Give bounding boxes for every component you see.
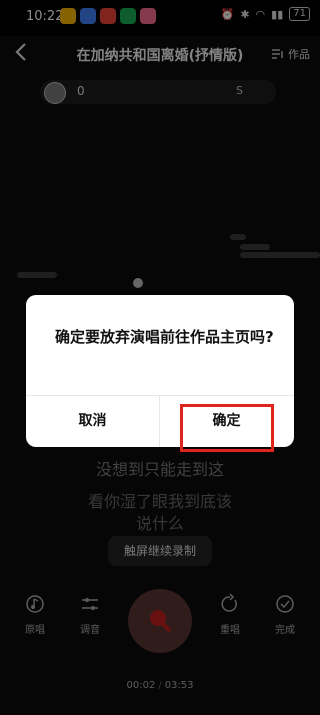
cancel-button[interactable]: 取消 bbox=[26, 396, 159, 447]
dialog-message: 确定要放弃演唱前往作品主页吗? bbox=[55, 328, 274, 346]
confirm-highlight-box bbox=[180, 404, 274, 452]
